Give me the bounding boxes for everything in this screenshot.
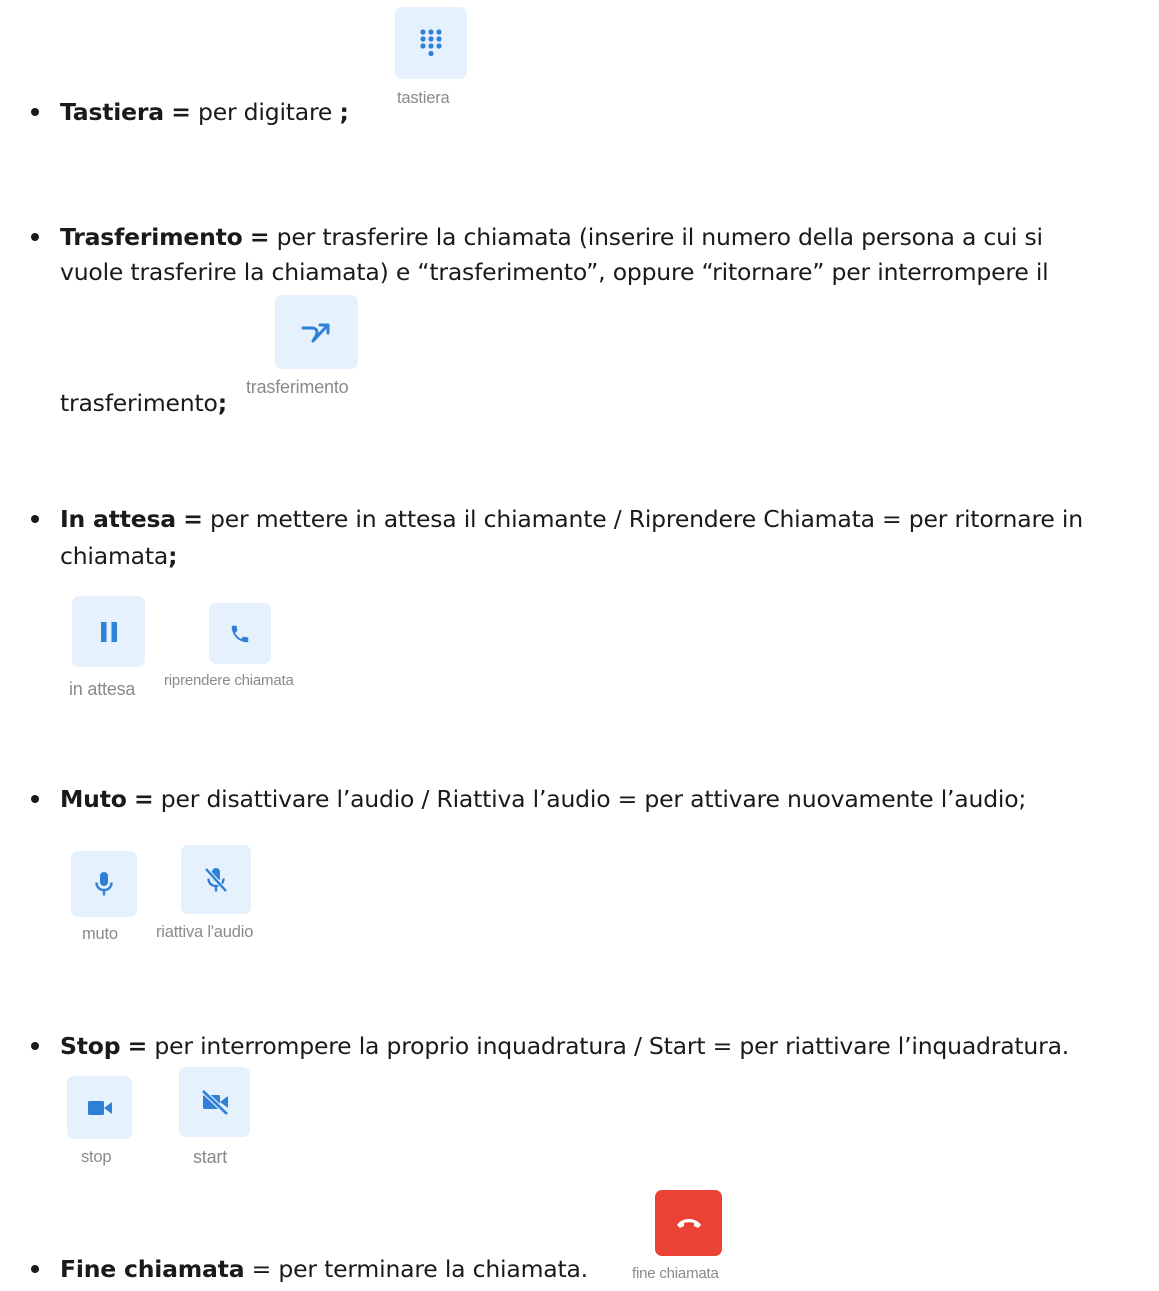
term-label: Trasferimento <box>60 223 243 251</box>
dialpad-icon <box>418 28 444 58</box>
term-label: Muto <box>60 785 127 813</box>
resume-call-caption: riprendere chiamata <box>164 672 294 689</box>
hold-caption: in attesa <box>69 679 136 699</box>
term-label: Stop <box>60 1032 121 1060</box>
list-item-tastiera: Tastiera = per digitare ; <box>60 98 349 126</box>
end-call-button[interactable] <box>655 1190 722 1256</box>
list-bullet <box>31 1265 39 1273</box>
end-call-icon <box>675 1216 703 1230</box>
mute-button[interactable] <box>71 851 137 917</box>
hold-button[interactable] <box>72 596 145 667</box>
term-label: Tastiera <box>60 98 164 126</box>
start-caption: start <box>193 1147 228 1167</box>
term-label: In attesa <box>60 505 176 533</box>
list-item-stop: Stop = per interrompere la proprio inqua… <box>60 1032 1070 1060</box>
microphone-icon <box>94 871 114 897</box>
list-item-fine-chiamata: Fine chiamata = per terminare la chiamat… <box>60 1255 588 1283</box>
microphone-off-icon <box>204 866 228 893</box>
unmute-button[interactable] <box>181 845 251 914</box>
stop-caption: stop <box>81 1148 112 1166</box>
term-label: Fine chiamata <box>60 1255 245 1283</box>
dialpad-button[interactable] <box>395 7 467 79</box>
text-line: chiamata; <box>60 542 178 570</box>
end-call-caption: fine chiamata <box>632 1265 719 1282</box>
list-item-muto: Muto = per disattivare l’audio / Riattiv… <box>60 785 1027 813</box>
list-item-trasferimento: Trasferimento = per trasferire la chiama… <box>60 223 1043 251</box>
videocam-icon <box>87 1099 113 1117</box>
call-transfer-icon <box>300 319 334 345</box>
list-bullet <box>31 233 39 241</box>
transfer-caption: trasferimento <box>246 377 349 397</box>
list-bullet <box>31 795 39 803</box>
text-line: vuole trasferire la chiamata) e “trasfer… <box>60 258 1049 286</box>
stop-video-button[interactable] <box>67 1076 132 1139</box>
pause-icon <box>99 621 119 643</box>
list-bullet <box>31 108 39 116</box>
text-line: trasferimento; <box>60 389 227 417</box>
start-video-button[interactable] <box>179 1067 250 1137</box>
unmute-caption: riattiva l'audio <box>156 923 254 941</box>
transfer-button[interactable] <box>275 295 358 369</box>
phone-icon <box>229 623 251 645</box>
resume-call-button[interactable] <box>209 603 271 664</box>
list-item-in-attesa: In attesa = per mettere in attesa il chi… <box>60 505 1083 533</box>
mute-caption: muto <box>82 925 118 943</box>
list-bullet <box>31 515 39 523</box>
list-bullet <box>31 1042 39 1050</box>
dialpad-caption: tastiera <box>397 89 450 107</box>
videocam-off-icon <box>200 1089 230 1115</box>
